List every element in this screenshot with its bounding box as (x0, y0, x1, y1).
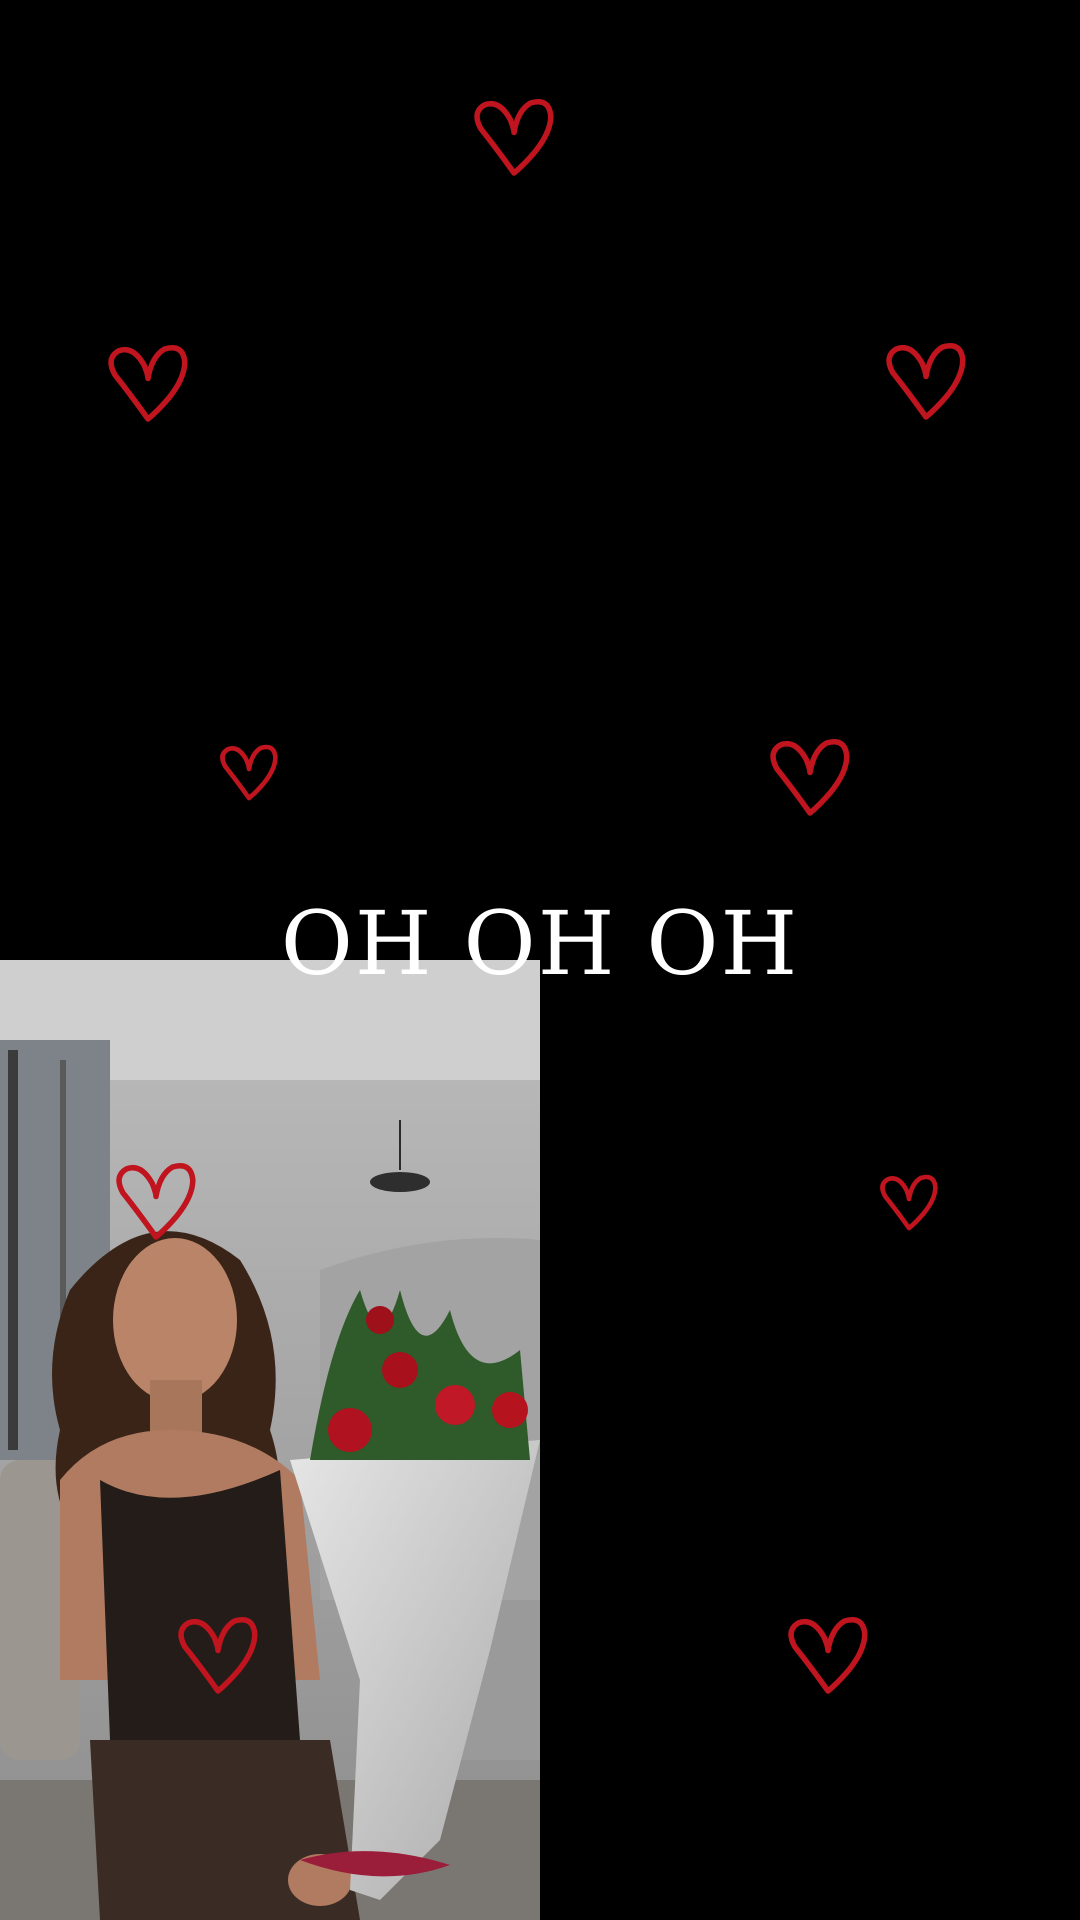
heart-icon (764, 732, 856, 824)
heart-icon (102, 338, 194, 430)
story-canvas: OH OH OH (0, 0, 1080, 1920)
video-frame[interactable] (0, 960, 540, 1920)
heart-icon (172, 1610, 264, 1702)
heart-icon (876, 1170, 942, 1236)
video-still (0, 960, 540, 1920)
heart-icon (216, 740, 282, 806)
heart-icon (468, 92, 560, 184)
heart-icon (880, 336, 972, 428)
heart-icon (110, 1156, 202, 1248)
heart-icon (782, 1610, 874, 1702)
caption-text: OH OH OH (280, 892, 800, 995)
